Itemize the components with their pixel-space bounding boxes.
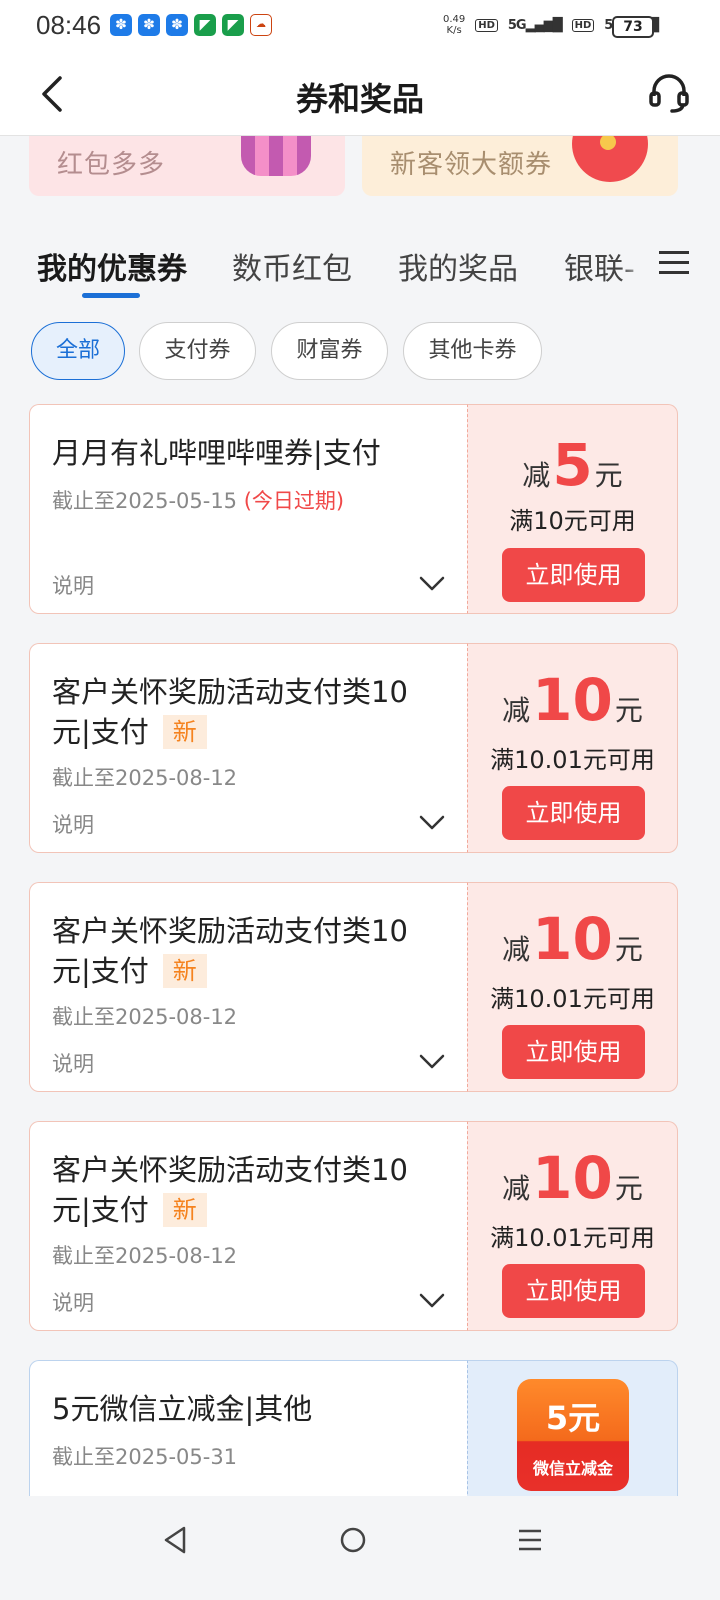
- coupon-info: 客户关怀奖励活动支付类10元|支付新 截止至2025-08-12 说明: [29, 882, 467, 1092]
- hd-icon: HD: [571, 18, 595, 32]
- menu-lines-icon[interactable]: [510, 1520, 550, 1560]
- use-now-button[interactable]: 立即使用: [502, 1025, 645, 1079]
- coupon-expiry: 截止至2025-08-12: [52, 1005, 238, 1029]
- status-bar: 08:46 ✽ ✽ ✽ ◤ ◤ ☁ 0.49 K/s HD 5G▂▄▆█ HD …: [0, 0, 720, 52]
- hd-icon: HD: [475, 18, 498, 32]
- new-badge: 新: [162, 1193, 207, 1227]
- use-now-button[interactable]: 立即使用: [502, 548, 645, 602]
- wechat-card-label: 微信立减金: [532, 1459, 613, 1478]
- coupon-description-toggle[interactable]: 说明: [52, 1287, 94, 1317]
- app-notification-icon: ✽: [110, 14, 132, 36]
- notification-icons: ✽ ✽ ✽ ◤ ◤ ☁: [110, 14, 272, 36]
- status-time: 08:46: [36, 10, 102, 40]
- coupon-card[interactable]: 客户关怀奖励活动支付类10元|支付新 截止至2025-08-12 说明 减10元…: [29, 1121, 678, 1331]
- gift-box-icon: [241, 136, 311, 176]
- coupon-description-toggle[interactable]: 说明: [52, 570, 94, 600]
- coupon-card[interactable]: 客户关怀奖励活动支付类10元|支付新 截止至2025-08-12 说明 减10元…: [29, 882, 678, 1092]
- banner-text: 新客领大额券: [390, 150, 553, 180]
- coupon-expiry: 截止至2025-08-12: [52, 1244, 238, 1268]
- battery-icon: 73: [612, 16, 658, 38]
- net-speed: 0.49 K/s: [442, 14, 466, 36]
- chevron-down-icon[interactable]: [418, 1286, 446, 1314]
- signal-icon: 5G▂▄▆█: [507, 17, 563, 33]
- coupon-value-panel: 减10元 满10.01元可用 立即使用: [467, 882, 678, 1092]
- headset-icon: [649, 74, 689, 113]
- promo-banner-new-customer[interactable]: 新客领大额券: [362, 136, 678, 196]
- coupon-condition: 满10.01元可用: [490, 746, 655, 774]
- app-notification-icon: ☁: [250, 14, 272, 36]
- coupon-value-panel: 减5元 满10元可用 立即使用: [467, 404, 678, 614]
- coupon-title: 客户关怀奖励活动支付类10元|支付新: [52, 675, 408, 749]
- coupon-condition: 满10.01元可用: [490, 985, 655, 1013]
- coupon-amount: 减10元: [502, 905, 643, 973]
- wechat-discount-card: 5元 微信立减金: [517, 1379, 629, 1491]
- app-header: 券和奖品: [0, 52, 720, 136]
- chevron-down-icon[interactable]: [418, 569, 446, 597]
- filter-chip-payment[interactable]: 支付券: [139, 322, 256, 380]
- tab-bar: 我的优惠券 数币红包 我的奖品 银联-: [0, 200, 720, 306]
- coupon-value-panel: 减10元 满10.01元可用 立即使用: [467, 1121, 678, 1331]
- expire-today-note: (今日过期): [243, 489, 345, 513]
- chevron-down-icon[interactable]: [418, 1047, 446, 1075]
- promo-banner-red-packets[interactable]: 红包多多: [29, 136, 345, 196]
- coupon-condition: 满10元可用: [509, 507, 636, 535]
- active-tab-indicator: [82, 293, 140, 298]
- app-notification-icon: ◤: [194, 14, 216, 36]
- coupon-info: 客户关怀奖励活动支付类10元|支付新 截止至2025-08-12 说明: [29, 643, 467, 853]
- new-badge: 新: [162, 954, 207, 988]
- coupon-title: 客户关怀奖励活动支付类10元|支付新: [52, 1153, 408, 1227]
- coupon-condition: 满10.01元可用: [490, 1224, 655, 1252]
- coupon-value-panel: 减10元 满10.01元可用 立即使用: [467, 643, 678, 853]
- coupon-card[interactable]: 月月有礼哔哩哔哩券|支付 截止至2025-05-15 (今日过期) 说明 减5元…: [29, 404, 678, 614]
- app-notification-icon: ◤: [222, 14, 244, 36]
- coupon-info: 客户关怀奖励活动支付类10元|支付新 截止至2025-08-12 说明: [29, 1121, 467, 1331]
- coupon-description-toggle[interactable]: 说明: [52, 1048, 94, 1078]
- app-notification-icon: ✽: [138, 14, 160, 36]
- filter-chip-other-cards[interactable]: 其他卡券: [403, 322, 542, 380]
- banner-text: 红包多多: [57, 150, 166, 180]
- coupon-amount: 减5元: [522, 431, 623, 499]
- filter-chip-wealth[interactable]: 财富券: [271, 322, 388, 380]
- coupon-title: 客户关怀奖励活动支付类10元|支付新: [52, 914, 408, 988]
- use-now-button[interactable]: 立即使用: [502, 1264, 645, 1318]
- chevron-down-icon[interactable]: [418, 808, 446, 836]
- coupon-expiry: 截止至2025-05-31: [52, 1445, 238, 1469]
- coupon-description-toggle[interactable]: 说明: [52, 809, 94, 839]
- coupon-amount: 减10元: [502, 666, 643, 734]
- coupon-expiry: 截止至2025-08-12: [52, 766, 238, 790]
- tab-my-prizes[interactable]: 我的奖品: [398, 244, 518, 288]
- coupon-card[interactable]: 客户关怀奖励活动支付类10元|支付新 截止至2025-08-12 说明 减10元…: [29, 643, 678, 853]
- coupon-expiry: 截止至2025-05-15 (今日过期): [52, 489, 345, 513]
- coupon-title: 5元微信立减金|其他: [52, 1392, 313, 1426]
- page-title: 券和奖品: [295, 80, 424, 118]
- wechat-card-amount: 5元: [545, 1399, 601, 1437]
- new-badge: 新: [162, 715, 207, 749]
- filter-chip-all[interactable]: 全部: [31, 322, 125, 380]
- promo-banners: 红包多多 新客领大额券: [0, 136, 720, 200]
- coupon-title: 月月有礼哔哩哔哩券|支付: [52, 436, 381, 470]
- menu-lines-icon: [659, 251, 689, 254]
- triangle-back-icon[interactable]: [156, 1520, 196, 1560]
- coupon-amount: 减10元: [502, 1144, 643, 1212]
- tab-my-coupons[interactable]: 我的优惠券: [37, 244, 187, 288]
- system-nav-bar: [0, 1496, 720, 1600]
- tab-menu-button[interactable]: [656, 244, 692, 284]
- app-notification-icon: ✽: [166, 14, 188, 36]
- circle-home-icon[interactable]: [333, 1520, 373, 1560]
- use-now-button[interactable]: 立即使用: [502, 786, 645, 840]
- customer-service-button[interactable]: [646, 70, 692, 116]
- red-envelope-icon: [572, 136, 648, 182]
- coupon-info: 月月有礼哔哩哔哩券|支付 截止至2025-05-15 (今日过期) 说明: [29, 404, 467, 614]
- tab-digital-red-packets[interactable]: 数币红包: [232, 244, 352, 288]
